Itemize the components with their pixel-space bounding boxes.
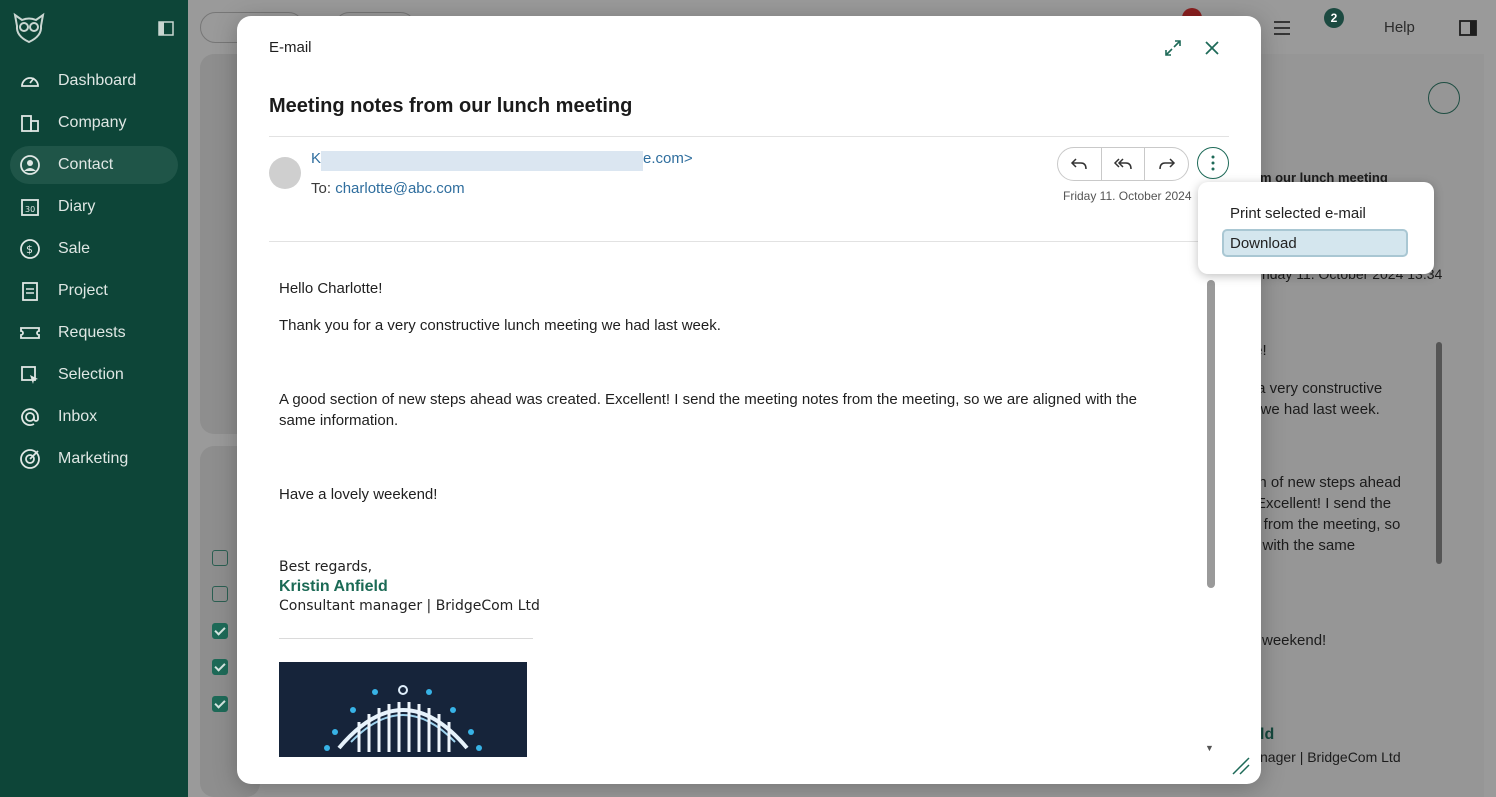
panel-body-line: r a very constructive	[1248, 380, 1383, 397]
row-checkbox[interactable]	[212, 659, 228, 675]
nav-item-sale[interactable]: $ Sale	[10, 230, 178, 268]
menu-icon[interactable]	[1273, 20, 1291, 36]
nav-item-project[interactable]: Project	[10, 272, 178, 310]
signature-divider	[279, 638, 533, 639]
nav-label: Marketing	[58, 450, 129, 467]
menu-item-download[interactable]: Download	[1222, 229, 1408, 257]
nav-label: Project	[58, 282, 108, 299]
person-circle-icon	[19, 154, 41, 176]
forward-icon	[1158, 158, 1175, 170]
divider	[269, 136, 1229, 137]
to-label: To:	[311, 180, 332, 197]
panel-toggle-icon[interactable]	[1459, 20, 1477, 36]
body-greeting: Hello Charlotte!	[279, 280, 383, 297]
calendar-number: 30	[25, 205, 35, 214]
reply-all-icon	[1113, 158, 1132, 170]
recipient-address[interactable]: charlotte@abc.com	[335, 180, 464, 197]
nav-label: Selection	[58, 366, 124, 383]
kebab-icon	[1211, 155, 1215, 171]
nav-label: Company	[58, 114, 127, 131]
nav-label: Dashboard	[58, 72, 137, 89]
redacted-sender	[321, 151, 643, 171]
nav-label: Sale	[58, 240, 91, 257]
signature-logo-image	[279, 662, 527, 757]
sidebar: Dashboard Company Contact 30 Diary $ Sal…	[0, 0, 188, 797]
panel-body-line: on of new steps ahead	[1250, 474, 1401, 491]
nav-item-marketing[interactable]: Marketing	[10, 440, 178, 478]
email-subject: Meeting notes from our lunch meeting	[269, 95, 633, 117]
main-nav: Dashboard Company Contact 30 Diary $ Sal…	[10, 62, 178, 482]
expand-icon[interactable]	[1162, 37, 1184, 59]
signature-name: Kristin Anfield	[279, 578, 388, 595]
email-modal: E-mail Meeting notes from our lunch meet…	[237, 16, 1261, 784]
ticket-icon	[19, 322, 41, 344]
nav-item-diary[interactable]: 30 Diary	[10, 188, 178, 226]
owl-logo[interactable]	[12, 12, 46, 44]
scroll-down-arrow-icon[interactable]: ▼	[1205, 743, 1214, 753]
row-checkbox[interactable]	[212, 696, 228, 712]
forward-button[interactable]	[1145, 148, 1188, 180]
reply-icon	[1071, 158, 1088, 170]
gauge-icon	[19, 70, 41, 92]
chevron-down-icon[interactable]	[1428, 82, 1460, 114]
nav-item-company[interactable]: Company	[10, 104, 178, 142]
recipient-row: To: charlotte@abc.com	[311, 180, 465, 197]
menu-item-print[interactable]: Print selected e-mail	[1222, 199, 1408, 227]
more-options-menu: Print selected e-mail Download	[1198, 182, 1434, 274]
nav-item-dashboard[interactable]: Dashboard	[10, 62, 178, 100]
dollar-circle-icon: $	[19, 238, 41, 260]
more-options-button[interactable]	[1197, 147, 1229, 179]
signature-regards: Best regards,	[279, 559, 373, 575]
row-checkbox[interactable]	[212, 586, 228, 602]
help-link[interactable]: Help	[1384, 19, 1415, 36]
building-icon	[19, 112, 41, 134]
target-icon	[19, 448, 41, 470]
body-paragraph: A good section of new steps ahead was cr…	[279, 391, 1138, 408]
nav-item-contact[interactable]: Contact	[10, 146, 178, 184]
calendar-icon: 30	[19, 196, 41, 218]
panel-sig-role: nager | BridgeCom Ltd	[1260, 749, 1401, 765]
selection-icon	[19, 364, 41, 386]
sender-address-start: K	[311, 150, 322, 167]
body-paragraph: Thank you for a very constructive lunch …	[279, 317, 721, 334]
clipboard-icon	[19, 280, 41, 302]
panel-sig-name: ld	[1260, 726, 1275, 743]
signature-role: Consultant manager | BridgeCom Ltd	[279, 598, 540, 614]
body-paragraph: same information.	[279, 412, 399, 429]
body-closing: Have a lovely weekend!	[279, 486, 438, 503]
row-checkbox[interactable]	[212, 550, 228, 566]
nav-label: Inbox	[58, 408, 98, 425]
panel-body-line: s from the meeting, so	[1252, 516, 1401, 533]
email-date: Friday 11. October 2024	[1063, 189, 1192, 203]
sender-address-end: e.com>	[643, 150, 693, 167]
panel-body-line: Excellent! I send the	[1256, 495, 1392, 512]
reply-button[interactable]	[1058, 148, 1102, 180]
panel-body-line: d with the same	[1250, 537, 1356, 554]
at-icon	[19, 406, 41, 428]
modal-title: E-mail	[269, 39, 312, 56]
avatar	[269, 157, 301, 189]
row-checkbox[interactable]	[212, 623, 228, 639]
modal-scrollbar[interactable]	[1207, 280, 1215, 588]
sidebar-toggle-icon[interactable]	[158, 21, 174, 36]
panel-scrollbar[interactable]	[1436, 342, 1442, 564]
nav-item-selection[interactable]: Selection	[10, 356, 178, 394]
notifications-count-badge[interactable]: 2	[1324, 8, 1344, 28]
close-icon[interactable]	[1201, 37, 1223, 59]
panel-body-line: g we had last week.	[1248, 401, 1380, 418]
divider	[269, 241, 1229, 242]
reply-all-button[interactable]	[1102, 148, 1146, 180]
email-signature: Best regards, Kristin Anfield Consultant…	[279, 559, 540, 614]
panel-body-line: weekend!	[1262, 632, 1327, 649]
svg-text:$: $	[26, 243, 33, 256]
resize-handle-icon[interactable]	[1231, 756, 1251, 776]
reply-actions	[1057, 147, 1189, 181]
nav-item-requests[interactable]: Requests	[10, 314, 178, 352]
nav-label: Requests	[58, 324, 126, 341]
nav-label: Diary	[58, 198, 96, 215]
nav-item-inbox[interactable]: Inbox	[10, 398, 178, 436]
nav-label: Contact	[58, 156, 114, 173]
